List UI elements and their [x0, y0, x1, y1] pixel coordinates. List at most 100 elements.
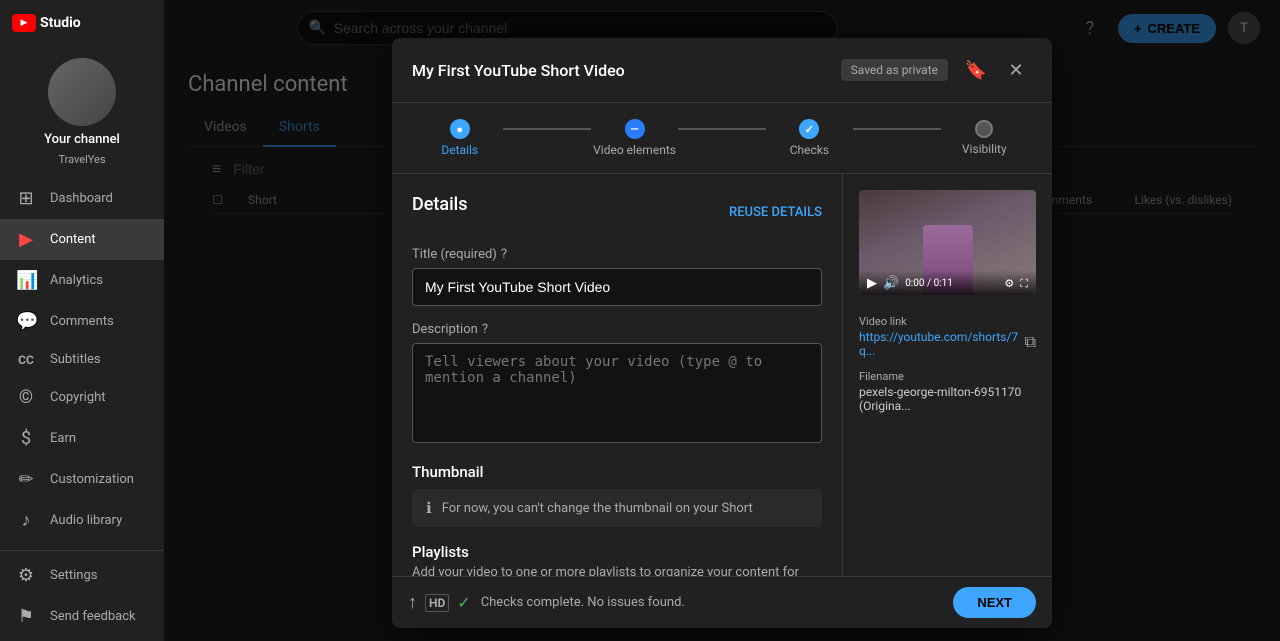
- filename-label: Filename: [859, 370, 1036, 383]
- step-label-checks: Checks: [790, 143, 829, 157]
- sidebar-item-label: Subtitles: [50, 352, 101, 367]
- step-dot-visibility: [975, 120, 993, 138]
- step-label-details: Details: [441, 143, 478, 157]
- step-dot-video-elements: —: [625, 119, 645, 139]
- sidebar-item-label: Send feedback: [50, 609, 136, 624]
- copyright-icon: ©: [16, 387, 36, 408]
- sidebar-item-label: Customization: [50, 472, 134, 487]
- bookmark-icon[interactable]: 🔖: [960, 54, 992, 86]
- sidebar-item-copyright[interactable]: © Copyright: [0, 377, 164, 418]
- title-help-icon: ?: [501, 247, 507, 262]
- info-icon: ℹ: [426, 499, 432, 517]
- close-icon[interactable]: ✕: [1000, 54, 1032, 86]
- feedback-icon: ⚑: [16, 606, 36, 627]
- section-title: Details: [412, 194, 468, 215]
- sidebar-item-content[interactable]: ▶ Content: [0, 219, 164, 260]
- modal-body: Details REUSE DETAILS Title (required) ?: [392, 174, 1052, 576]
- modal-left: Details REUSE DETAILS Title (required) ?: [392, 174, 842, 576]
- modal-overlay: My First YouTube Short Video Saved as pr…: [164, 0, 1280, 641]
- section-header: Details REUSE DETAILS: [412, 194, 822, 231]
- checks-status: Checks complete. No issues found.: [481, 595, 944, 610]
- saved-badge: Saved as private: [841, 59, 948, 81]
- modal-title: My First YouTube Short Video: [412, 61, 829, 80]
- channel-handle: TravelYes: [58, 153, 105, 166]
- title-form-group: Title (required) ?: [412, 247, 822, 306]
- step-visibility: Visibility: [941, 120, 1028, 156]
- step-dot-checks: ✓: [799, 119, 819, 139]
- sidebar-item-analytics[interactable]: 📊 Analytics: [0, 260, 164, 301]
- description-input[interactable]: [412, 343, 822, 443]
- step-connector-1: [503, 128, 590, 130]
- video-link-label: Video link: [859, 315, 1036, 328]
- avatar[interactable]: [48, 58, 116, 126]
- volume-icon[interactable]: 🔊: [883, 276, 899, 291]
- step-details: ● Details: [416, 119, 503, 157]
- content-icon: ▶: [16, 229, 36, 250]
- playlists-desc: Add your video to one or more playlists …: [412, 565, 822, 576]
- sidebar-item-label: Content: [50, 232, 96, 247]
- step-connector-2: [678, 128, 765, 130]
- upload-icon[interactable]: ↑: [408, 592, 417, 613]
- analytics-icon: 📊: [16, 270, 36, 291]
- next-button[interactable]: NEXT: [953, 587, 1036, 618]
- sidebar-header: Studio: [0, 0, 164, 46]
- copy-icon[interactable]: ⧉: [1025, 332, 1036, 352]
- play-icon[interactable]: ▶: [867, 276, 877, 291]
- hd-icon: HD: [425, 594, 449, 612]
- filename-section: Filename pexels-george-milton-6951170 (O…: [859, 370, 1036, 413]
- checks-text: Checks complete. No issues found.: [481, 595, 685, 610]
- step-label-video-elements: Video elements: [593, 143, 676, 157]
- sidebar-item-customization[interactable]: ✏ Customization: [0, 459, 164, 500]
- thumbnail-notice-text: For now, you can't change the thumbnail …: [442, 501, 753, 516]
- sidebar-item-label: Analytics: [50, 273, 103, 288]
- playlists-section: Playlists Add your video to one or more …: [412, 543, 822, 576]
- thumbnail-label: Thumbnail: [412, 463, 822, 481]
- video-controls: ▶ 🔊 0:00 / 0:11 ⚙ ⛶: [859, 270, 1036, 295]
- sidebar-nav: ⊞ Dashboard ▶ Content 📊 Analytics 💬 Comm…: [0, 174, 164, 550]
- modal-header: My First YouTube Short Video Saved as pr…: [392, 38, 1052, 103]
- thumbnail-notice: ℹ For now, you can't change the thumbnai…: [412, 489, 822, 527]
- settings-icon[interactable]: ⚙: [1004, 277, 1014, 290]
- sidebar-item-send-feedback[interactable]: ⚑ Send feedback: [0, 596, 164, 637]
- description-help-icon: ?: [482, 322, 488, 337]
- reuse-button[interactable]: REUSE DETAILS: [729, 205, 822, 220]
- audio-library-icon: ♪: [16, 510, 36, 531]
- filename-text: pexels-george-milton-6951170 (Origina...: [859, 385, 1036, 413]
- sidebar-bottom: ⚙ Settings ⚑ Send feedback: [0, 550, 164, 641]
- video-link-row: https://youtube.com/shorts/7q... ⧉: [859, 330, 1036, 358]
- channel-name: Your channel: [44, 132, 120, 147]
- avatar-image: [48, 58, 116, 126]
- steps: ● Details — Video elements ✓ Checks Visi…: [392, 103, 1052, 174]
- subtitles-icon: CC: [16, 353, 36, 367]
- comments-icon: 💬: [16, 311, 36, 332]
- title-input[interactable]: [412, 268, 822, 306]
- playlists-label: Playlists: [412, 543, 822, 561]
- sidebar-item-label: Comments: [50, 314, 114, 329]
- sidebar-item-label: Earn: [50, 431, 76, 446]
- sidebar-item-dashboard[interactable]: ⊞ Dashboard: [0, 178, 164, 219]
- main-area: 🔍 ? + CREATE T Channel content Videos Sh…: [164, 0, 1280, 641]
- video-link-url[interactable]: https://youtube.com/shorts/7q...: [859, 330, 1021, 358]
- step-video-elements: — Video elements: [591, 119, 678, 157]
- modal-footer: ↑ HD ✓ Checks complete. No issues found.…: [392, 576, 1052, 628]
- sidebar-item-label: Copyright: [50, 390, 106, 405]
- sidebar-item-comments[interactable]: 💬 Comments: [0, 301, 164, 342]
- youtube-logo: Studio: [12, 14, 81, 32]
- sidebar-item-subtitles[interactable]: CC Subtitles: [0, 342, 164, 377]
- video-preview: ▶ 🔊 0:00 / 0:11 ⚙ ⛶: [859, 190, 1036, 295]
- customization-icon: ✏: [16, 469, 36, 490]
- thumbnail-section: Thumbnail ℹ For now, you can't change th…: [412, 463, 822, 527]
- sidebar-item-audio-library[interactable]: ♪ Audio library: [0, 500, 164, 541]
- earn-icon: $: [16, 428, 36, 449]
- footer-icons: ↑ HD ✓: [408, 592, 471, 613]
- description-label: Description ?: [412, 322, 822, 337]
- sidebar-item-settings[interactable]: ⚙ Settings: [0, 555, 164, 596]
- step-connector-3: [853, 128, 940, 130]
- sidebar-item-label: Settings: [50, 568, 97, 583]
- step-label-visibility: Visibility: [962, 142, 1007, 156]
- channel-info: Your channel TravelYes: [0, 46, 164, 174]
- sidebar-item-earn[interactable]: $ Earn: [0, 418, 164, 459]
- video-time: 0:00 / 0:11: [905, 278, 998, 289]
- fullscreen-icon[interactable]: ⛶: [1020, 277, 1028, 291]
- modal: My First YouTube Short Video Saved as pr…: [392, 38, 1052, 628]
